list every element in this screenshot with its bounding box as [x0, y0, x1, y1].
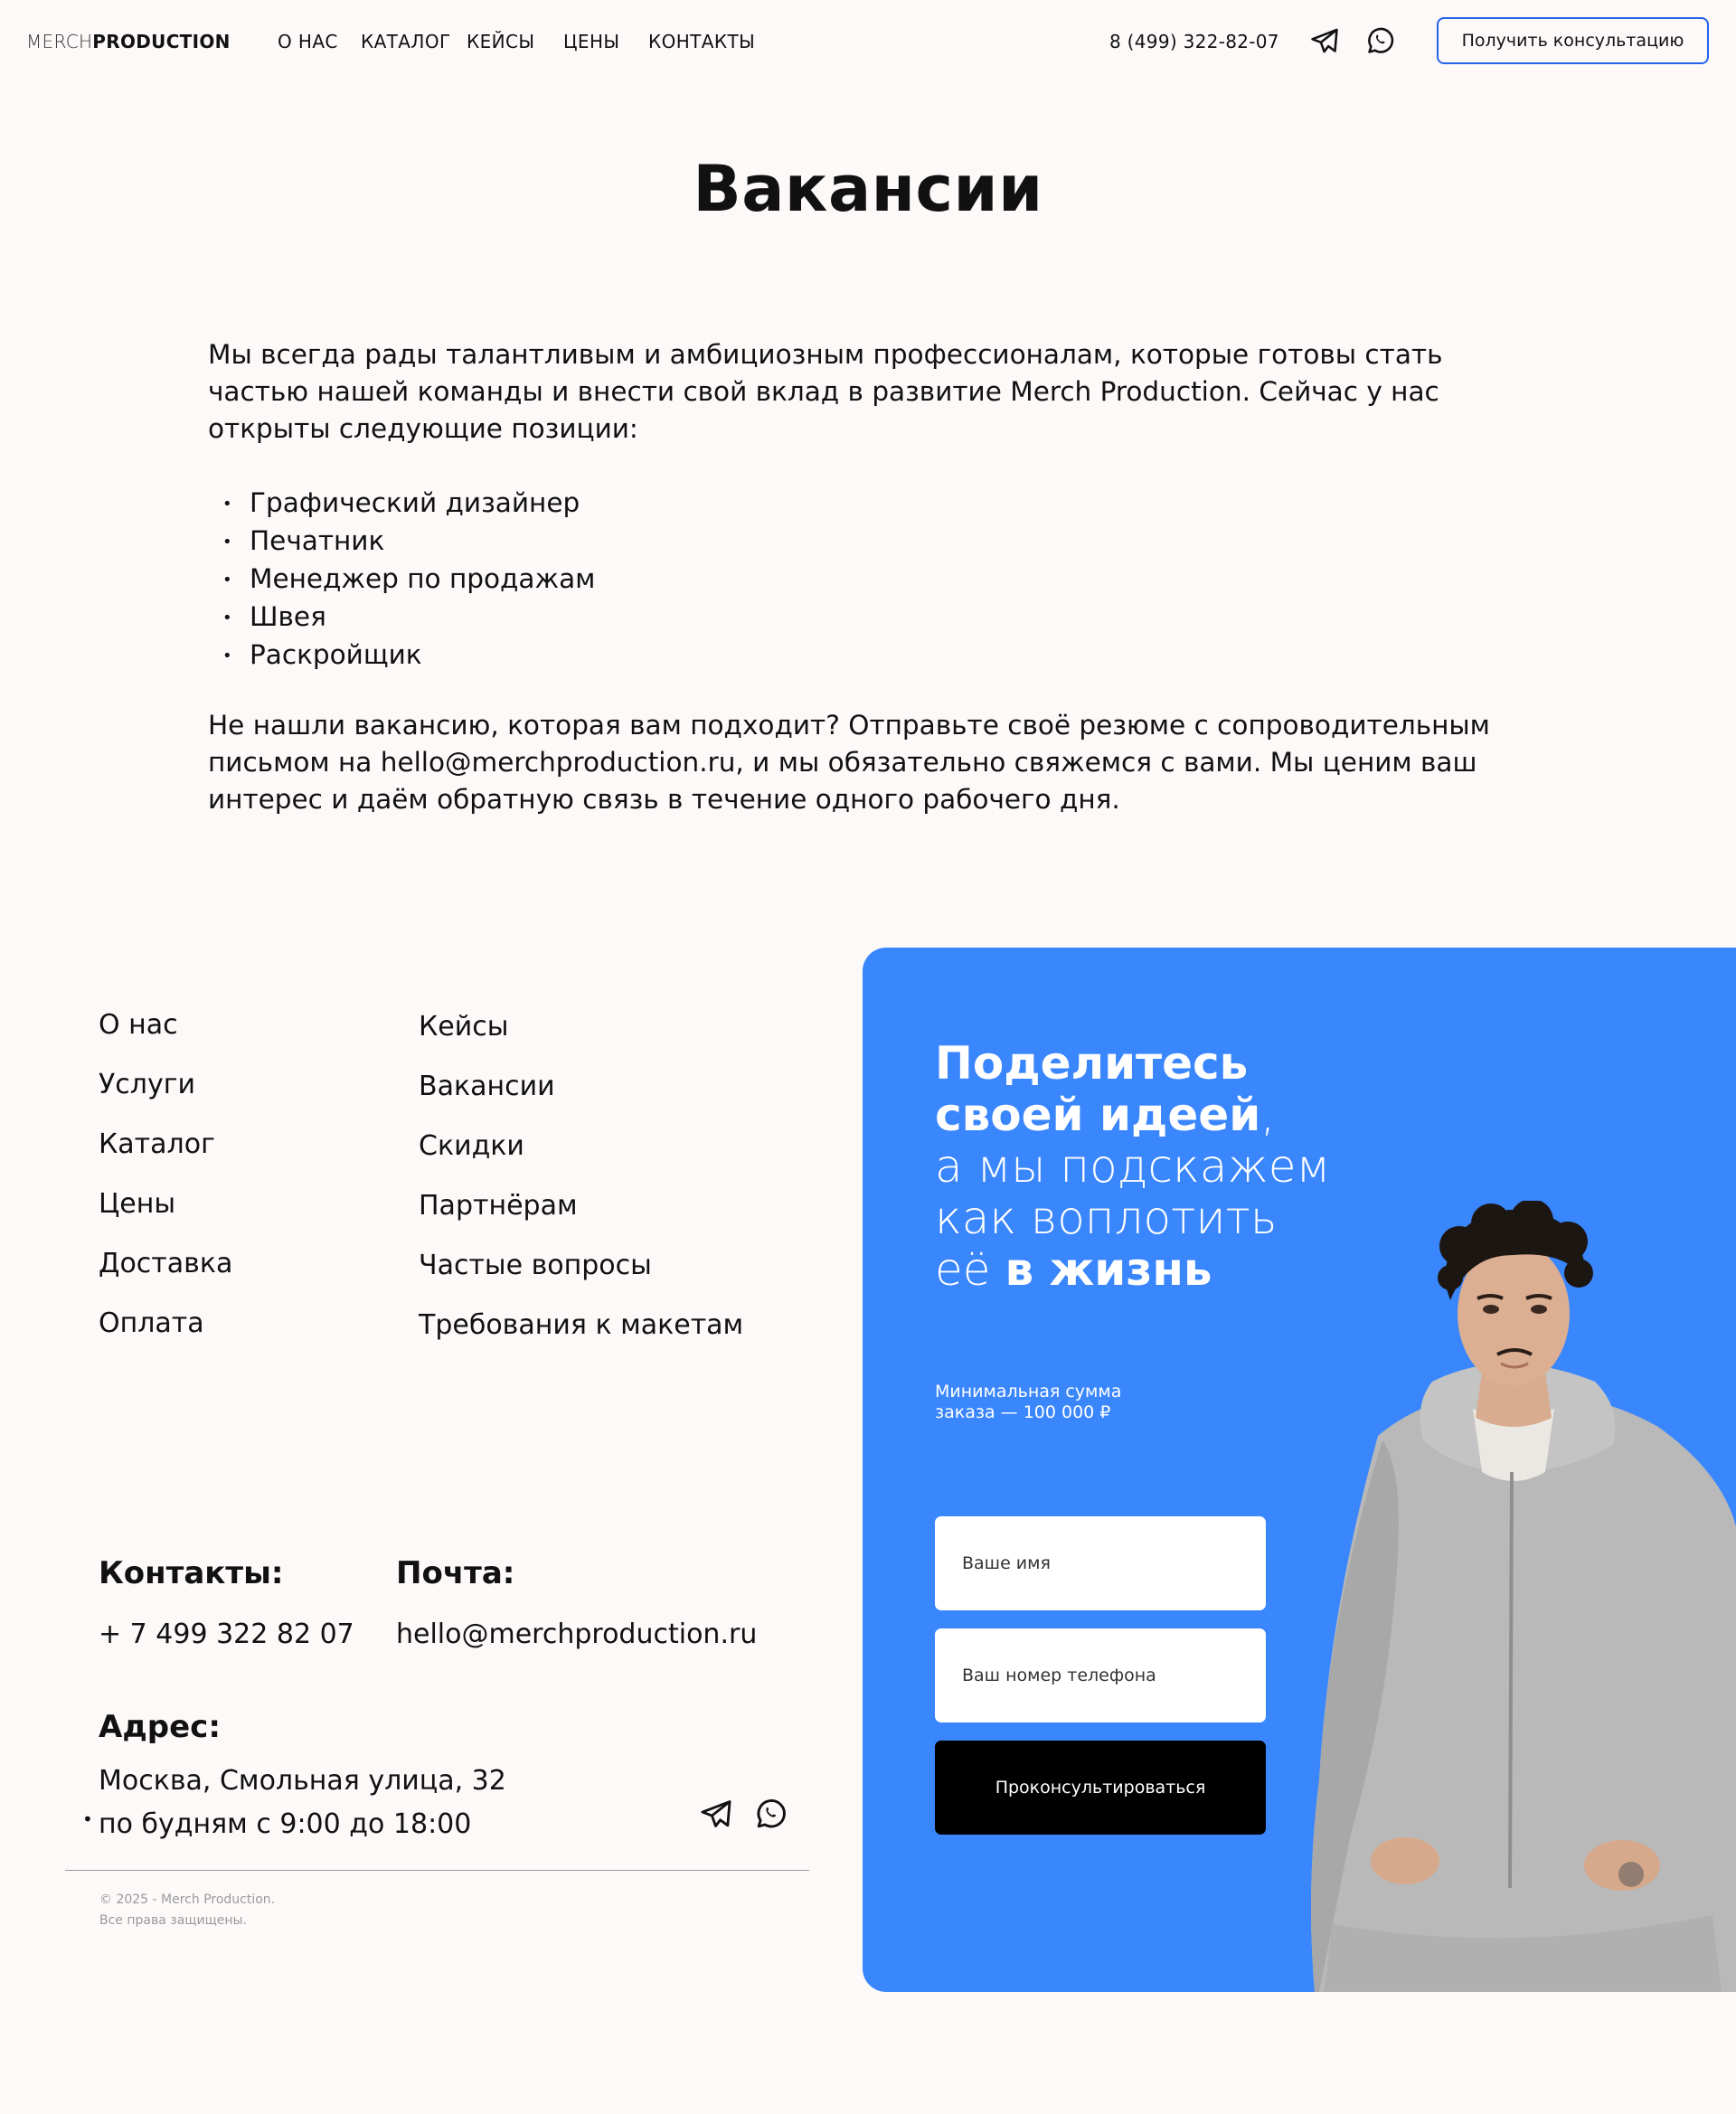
address-text: Москва, Смольная улица, 32: [99, 1765, 506, 1797]
site-logo[interactable]: MERCHPRODUCTION: [26, 31, 231, 52]
model-photo: [1311, 1201, 1736, 1992]
nav-item-catalog[interactable]: КАТАЛОГ: [361, 31, 451, 52]
nav-item-about[interactable]: О НАС: [278, 31, 338, 52]
footer-link-about[interactable]: О нас: [99, 1009, 178, 1041]
list-item: • Раскройщик: [222, 637, 595, 675]
consult-submit-button[interactable]: Проконсультироваться: [935, 1741, 1266, 1835]
name-input[interactable]: [935, 1516, 1266, 1610]
contacts-phone[interactable]: + 7 499 322 82 07: [99, 1619, 354, 1650]
bullet-icon: •: [222, 609, 232, 628]
whatsapp-icon[interactable]: [751, 1794, 791, 1834]
mail-link[interactable]: hello@merchproduction.ru: [396, 1619, 757, 1650]
list-item: • Графический дизайнер: [222, 485, 595, 523]
bullet-icon: •: [82, 1808, 93, 1830]
header-consultation-button[interactable]: Получить консультацию: [1437, 17, 1709, 64]
phone-input[interactable]: [935, 1628, 1266, 1722]
headline-part: ,: [1260, 1089, 1276, 1141]
footer-link-vacancies[interactable]: Вакансии: [419, 1071, 555, 1102]
header-phone[interactable]: 8 (499) 322-82-07: [1109, 31, 1279, 52]
vacancy-label: Печатник: [250, 525, 385, 556]
footer-link-payment[interactable]: Оплата: [99, 1307, 204, 1339]
headline-part: а мы подскажем: [935, 1140, 1331, 1193]
footer-link-delivery[interactable]: Доставка: [99, 1248, 232, 1279]
nav-item-prices[interactable]: ЦЕНЫ: [563, 31, 619, 52]
vacancies-outro: Не нашли вакансию, которая вам подходит?…: [208, 710, 1490, 815]
telegram-icon[interactable]: [696, 1794, 736, 1834]
footer-link-faq[interactable]: Частые вопросы: [419, 1250, 652, 1281]
headline-part: её: [935, 1243, 991, 1296]
footer-link-cases[interactable]: Кейсы: [419, 1011, 508, 1043]
copyright-line-1: © 2025 - Merch Production.: [99, 1892, 276, 1907]
list-item: • Швея: [222, 599, 595, 637]
bullet-icon: •: [222, 533, 232, 552]
copyright-line-2: Все права защищены.: [99, 1913, 248, 1928]
address-heading: Адрес:: [99, 1709, 221, 1745]
footer-link-partners[interactable]: Партнёрам: [419, 1190, 578, 1222]
headline-part: Поделитесь: [935, 1037, 1249, 1090]
vacancy-list: • Графический дизайнер • Печатник • Менедже…: [222, 485, 595, 675]
headline-part: как воплотить: [935, 1192, 1278, 1244]
headline-part: в жизнь: [1005, 1243, 1212, 1296]
vacancy-label: Швея: [250, 601, 326, 632]
bullet-icon: •: [222, 646, 232, 665]
vacancy-label: Менеджер по продажам: [250, 563, 596, 594]
mail-heading: Почта:: [396, 1555, 515, 1591]
nav-item-cases[interactable]: КЕЙСЫ: [467, 31, 534, 52]
vacancies-intro: Мы всегда рады талантливым и амбициозным…: [208, 339, 1443, 444]
min-order-note: Минимальная сумма заказа — 100 000 ₽: [935, 1382, 1122, 1422]
working-hours: по будням с 9:00 до 18:00: [99, 1808, 472, 1840]
contacts-heading: Контакты:: [99, 1555, 284, 1591]
headline-part: своей идеей: [935, 1089, 1261, 1141]
consultation-panel: Поделитесь своей идеей, а мы подскажем к…: [863, 948, 1736, 1992]
footer-link-layout-requirements[interactable]: Требования к макетам: [419, 1309, 743, 1341]
telegram-icon[interactable]: [1308, 24, 1341, 57]
logo-bold-text: PRODUCTION: [92, 31, 231, 52]
footer-link-discounts[interactable]: Скидки: [419, 1130, 524, 1162]
footer-link-catalog[interactable]: Каталог: [99, 1128, 215, 1160]
logo-light-text: MERCH: [26, 31, 93, 52]
whatsapp-icon[interactable]: [1364, 24, 1397, 57]
site-header: MERCHPRODUCTION О НАС КАТАЛОГ КЕЙСЫ ЦЕНЫ…: [0, 0, 1736, 83]
footer-link-prices[interactable]: Цены: [99, 1188, 175, 1220]
page-title: Вакансии: [693, 152, 1043, 226]
bullet-icon: •: [222, 495, 232, 514]
footer-divider: [65, 1870, 809, 1871]
footer-link-services[interactable]: Услуги: [99, 1069, 195, 1100]
list-item: • Менеджер по продажам: [222, 561, 595, 599]
nav-item-contacts[interactable]: КОНТАКТЫ: [648, 31, 755, 52]
list-item: • Печатник: [222, 523, 595, 561]
vacancy-label: Графический дизайнер: [250, 487, 580, 518]
vacancy-label: Раскройщик: [250, 639, 422, 670]
bullet-icon: •: [222, 571, 232, 590]
